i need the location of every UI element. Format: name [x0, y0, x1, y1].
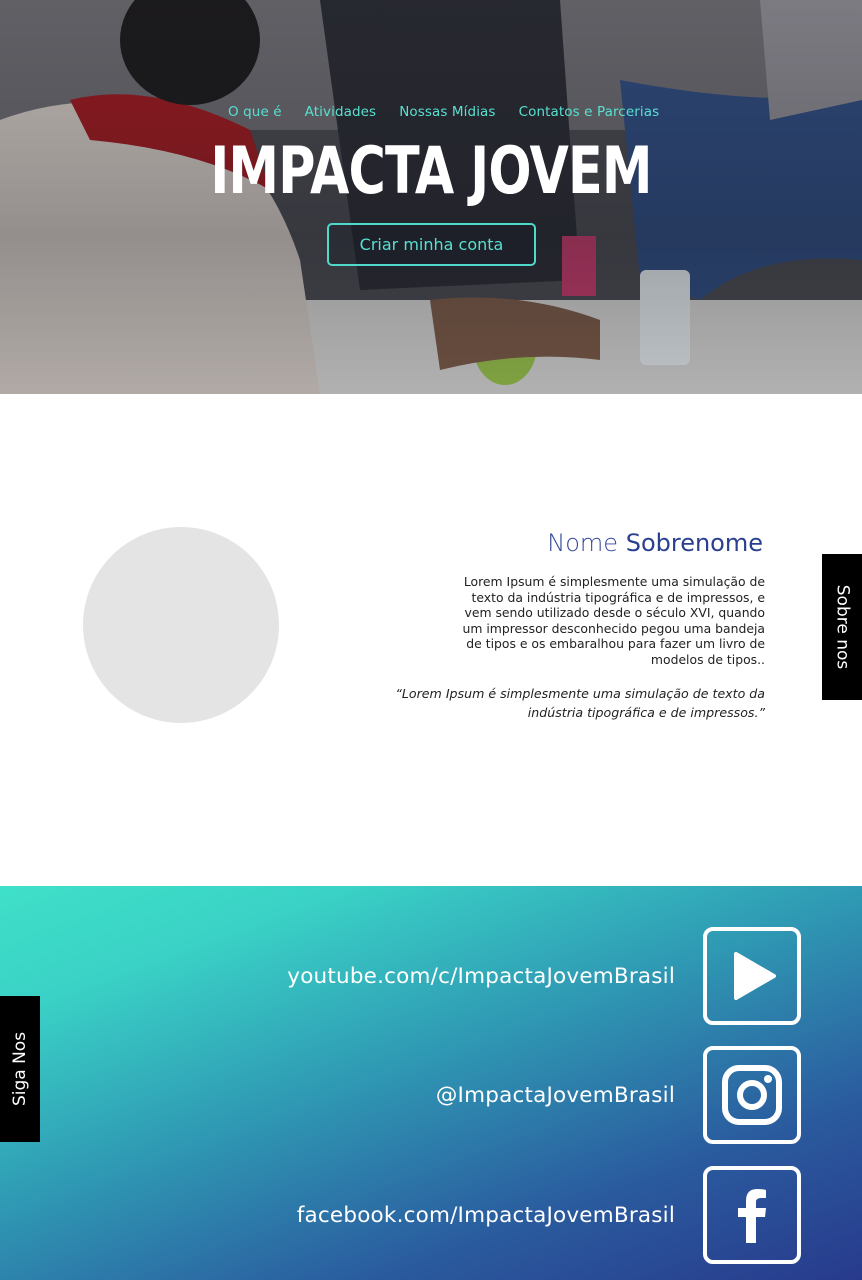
- profile-photo-placeholder: [83, 527, 279, 723]
- youtube-link[interactable]: youtube.com/c/ImpactaJovemBrasil: [287, 964, 675, 989]
- nav-link-atividades[interactable]: Atividades: [305, 104, 377, 120]
- tab-siga-nos[interactable]: Siga Nos: [0, 996, 40, 1142]
- about-section: Nome Sobrenome Lorem Ipsum é simplesment…: [0, 394, 862, 886]
- nav-link-o-que-e[interactable]: O que é: [228, 104, 282, 120]
- youtube-play-icon[interactable]: [703, 927, 801, 1025]
- site-logo[interactable]: IMPACTA JOVEM: [78, 132, 785, 209]
- tab-siga-nos-label: Siga Nos: [10, 1031, 31, 1107]
- main-nav: O que é Atividades Nossas Mídias Contato…: [228, 104, 659, 120]
- facebook-link[interactable]: facebook.com/ImpactaJovemBrasil: [297, 1203, 675, 1228]
- facebook-icon[interactable]: [703, 1166, 801, 1264]
- nav-link-nossas-midias[interactable]: Nossas Mídias: [399, 104, 495, 120]
- profile-name: Nome Sobrenome: [547, 529, 763, 557]
- social-section: youtube.com/c/ImpactaJovemBrasil @Impact…: [0, 886, 862, 1280]
- instagram-icon[interactable]: [703, 1046, 801, 1144]
- social-row-facebook[interactable]: facebook.com/ImpactaJovemBrasil: [297, 1166, 801, 1264]
- tab-sobre-nos-label: Sobre nos: [832, 584, 852, 670]
- create-account-button[interactable]: Criar minha conta: [327, 223, 536, 266]
- profile-quote: “Lorem Ipsum é simplesmente uma simulaçã…: [395, 686, 765, 720]
- hero-section: O que é Atividades Nossas Mídias Contato…: [0, 0, 862, 394]
- profile-first-name: Nome: [547, 529, 619, 557]
- profile-bio: Lorem Ipsum é simplesmente uma simulação…: [462, 574, 765, 667]
- instagram-link[interactable]: @ImpactaJovemBrasil: [436, 1083, 675, 1108]
- social-row-youtube[interactable]: youtube.com/c/ImpactaJovemBrasil: [287, 927, 801, 1025]
- profile-last-name: Sobrenome: [625, 529, 763, 557]
- social-row-instagram[interactable]: @ImpactaJovemBrasil: [436, 1046, 801, 1144]
- nav-link-contatos-parcerias[interactable]: Contatos e Parcerias: [519, 104, 660, 120]
- tab-sobre-nos[interactable]: Sobre nos: [822, 554, 862, 700]
